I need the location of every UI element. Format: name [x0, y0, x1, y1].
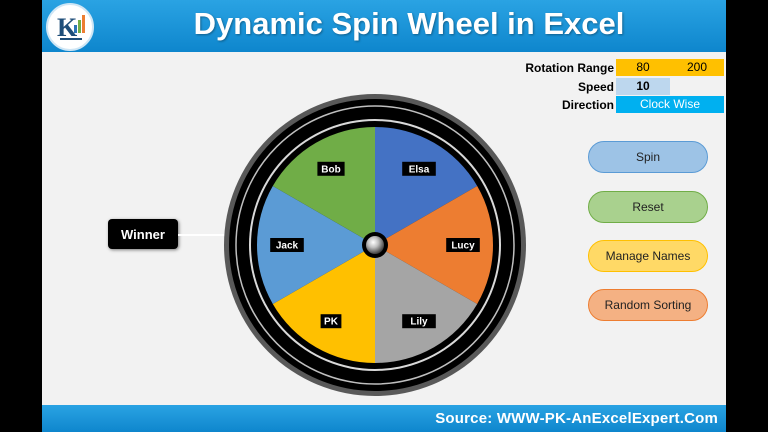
- title-bar: K Dynamic Spin Wheel in Excel: [42, 0, 726, 52]
- winner-label: Winner: [108, 219, 178, 249]
- direction-value[interactable]: Clock Wise: [616, 96, 724, 113]
- segment-label-bob: Bob: [321, 164, 340, 175]
- speed-value[interactable]: 10: [616, 78, 670, 95]
- footer-bar: Source: WWW-PK-AnExcelExpert.Com: [42, 405, 726, 432]
- direction-label: Direction: [561, 98, 614, 112]
- rotation-range-label: Rotation Range: [525, 61, 614, 75]
- rotation-range-min[interactable]: 80: [616, 59, 670, 76]
- segment-label-pk: PK: [324, 317, 339, 328]
- segment-label-elsa: Elsa: [409, 164, 430, 175]
- reset-button[interactable]: Reset: [588, 191, 708, 223]
- segment-label-lily: Lily: [410, 317, 428, 328]
- page-title: Dynamic Spin Wheel in Excel: [193, 6, 625, 41]
- spin-wheel[interactable]: Elsa Lucy Lily PK Jack Bob: [222, 92, 528, 398]
- rotation-range-max[interactable]: 200: [670, 59, 724, 76]
- random-sorting-button[interactable]: Random Sorting: [588, 289, 708, 321]
- manage-names-button[interactable]: Manage Names: [588, 240, 708, 272]
- spin-wheel-dashboard: K Dynamic Spin Wheel in Excel Rotation R…: [42, 0, 726, 432]
- spin-button[interactable]: Spin: [588, 141, 708, 173]
- speed-label: Speed: [577, 80, 614, 94]
- segment-label-jack: Jack: [276, 241, 299, 252]
- pk-logo-icon: K: [46, 3, 94, 51]
- segment-label-lucy: Lucy: [451, 241, 475, 252]
- hub-icon[interactable]: [366, 236, 384, 254]
- source-text: Source: WWW-PK-AnExcelExpert.Com: [435, 410, 718, 427]
